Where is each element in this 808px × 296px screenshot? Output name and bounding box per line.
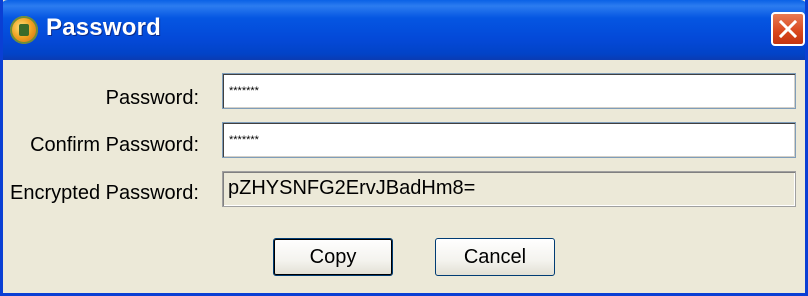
password-label: Password: [105,87,199,109]
app-globe-icon [10,16,38,44]
title-bar[interactable]: Password [3,0,805,60]
cancel-button[interactable]: Cancel [435,238,555,276]
encrypted-password-field[interactable]: pZHYSNFG2ErvJBadHm8= [222,171,796,207]
copy-button[interactable]: Copy [273,238,393,276]
window-title: Password [46,14,161,41]
close-icon [779,20,797,38]
password-field[interactable] [222,73,796,109]
confirm-password-label: Confirm Password: [30,134,199,156]
password-dialog: Password Password: Confirm Password: Enc… [0,0,808,296]
encrypted-password-label: Encrypted Password: [10,182,199,204]
confirm-password-field[interactable] [222,122,796,158]
close-button[interactable] [771,12,805,46]
